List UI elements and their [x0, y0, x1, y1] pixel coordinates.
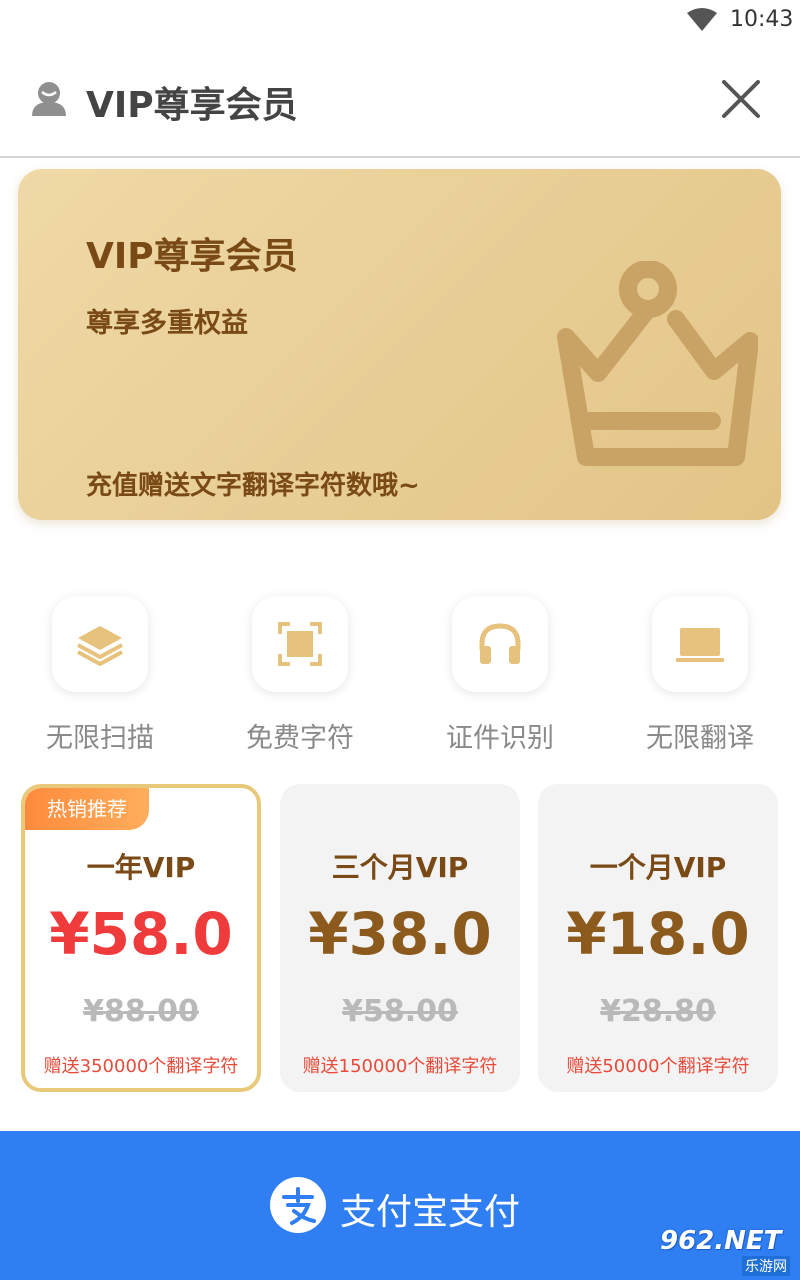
feature-icon-box [52, 596, 148, 692]
plan-card-monthly[interactable]: 一个月VIP ¥18.0 ¥28.80 赠送50000个翻译字符 [538, 784, 778, 1092]
feature-icon-box [652, 596, 748, 692]
alipay-icon [270, 1177, 326, 1233]
plan-card-yearly[interactable]: 热销推荐 一年VIP ¥58.0 ¥88.00 赠送350000个翻译字符 [21, 784, 261, 1092]
plan-original-price: ¥58.00 [342, 994, 458, 1029]
watermark-logo: 962.NET 乐游网 [660, 1222, 794, 1276]
banner-note: 充值赠送文字翻译字符数哦~ [86, 471, 420, 501]
feature-label: 无限翻译 [646, 723, 754, 754]
status-bar: 10:43 [0, 0, 800, 44]
feature-unlimited-translate: 无限翻译 [620, 596, 780, 756]
feature-free-characters: 免费字符 [220, 596, 380, 756]
close-icon[interactable] [720, 78, 762, 120]
status-time: 10:43 [730, 7, 794, 32]
scan-frame-icon [278, 622, 322, 666]
feature-label: 无限扫描 [46, 723, 154, 754]
plan-gift: 赠送50000个翻译字符 [566, 1056, 750, 1077]
user-avatar-icon [32, 82, 66, 116]
plan-price: ¥58.0 [49, 900, 233, 968]
pay-label: 支付宝支付 [340, 1192, 521, 1233]
watermark-logo-text: 962.NET [660, 1226, 782, 1256]
feature-label: 证件识别 [446, 723, 554, 754]
wifi-icon [687, 8, 717, 31]
banner-title: VIP尊享会员 [86, 236, 298, 277]
feature-label: 免费字符 [246, 723, 354, 754]
plan-name: 一年VIP [86, 851, 196, 884]
plan-name: 三个月VIP [331, 851, 469, 884]
crown-icon [557, 261, 758, 466]
hot-tag: 热销推荐 [25, 788, 149, 830]
feature-unlimited-scan: 无限扫描 [20, 596, 180, 756]
page-title: VIP尊享会员 [86, 85, 298, 126]
laptop-icon [676, 628, 724, 662]
plan-card-quarterly[interactable]: 三个月VIP ¥38.0 ¥58.00 赠送150000个翻译字符 [280, 784, 520, 1092]
feature-icon-box [252, 596, 348, 692]
feature-icon-box [452, 596, 548, 692]
vip-banner: VIP尊享会员 尊享多重权益 充值赠送文字翻译字符数哦~ [18, 169, 781, 520]
layers-icon [77, 626, 123, 666]
plan-gift: 赠送150000个翻译字符 [302, 1056, 498, 1077]
plan-price: ¥38.0 [308, 900, 492, 968]
plan-price: ¥18.0 [566, 900, 750, 968]
plan-original-price: ¥88.00 [83, 994, 199, 1029]
banner-subtitle: 尊享多重权益 [86, 308, 248, 339]
plan-name: 一个月VIP [589, 851, 727, 884]
watermark-sub-text: 乐游网 [742, 1256, 790, 1276]
feature-id-recognition: 证件识别 [420, 596, 580, 756]
header: VIP尊享会员 [0, 44, 800, 158]
headphones-icon [479, 623, 521, 664]
plan-original-price: ¥28.80 [600, 994, 716, 1029]
plan-gift: 赠送350000个翻译字符 [43, 1056, 239, 1077]
